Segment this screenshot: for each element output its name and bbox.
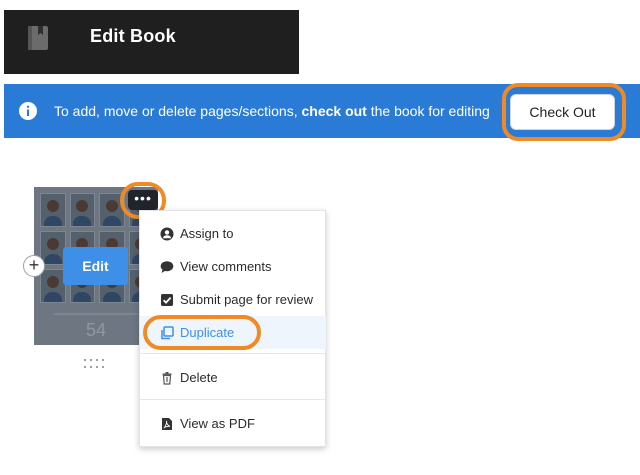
pdf-icon xyxy=(162,417,172,430)
menu-divider xyxy=(140,353,326,354)
menu-item-assign-to[interactable]: Assign to xyxy=(140,217,326,250)
check-out-button[interactable]: Check Out xyxy=(510,94,615,130)
banner-message: To add, move or delete pages/sections, c… xyxy=(54,103,490,119)
menu-item-label: View as PDF xyxy=(180,416,255,431)
menu-item-view-comments[interactable]: View comments xyxy=(140,250,326,283)
menu-item-view-as-pdf[interactable]: View as PDF xyxy=(140,407,326,440)
app-header: Edit Book xyxy=(4,10,299,74)
edit-book-page: Edit Book To add, move or delete pages/s… xyxy=(0,0,640,475)
info-icon xyxy=(19,102,37,120)
add-page-button[interactable]: + xyxy=(23,255,45,277)
menu-item-label: Duplicate xyxy=(180,325,235,340)
menu-item-label: Assign to xyxy=(180,226,234,241)
comment-icon xyxy=(160,260,174,273)
book-icon xyxy=(28,26,48,50)
banner-text-after: the book for editing xyxy=(366,103,490,119)
page-options-menu: Assign to View comments Submit page for … xyxy=(139,210,326,447)
page-title: Edit Book xyxy=(90,26,176,46)
menu-item-label: Submit page for review xyxy=(180,292,313,307)
banner-text-bold: check out xyxy=(301,103,367,119)
duplicate-icon xyxy=(161,325,174,339)
photo-cell xyxy=(40,269,66,303)
drag-handle-icon[interactable] xyxy=(84,359,108,369)
photo-cell xyxy=(69,193,95,227)
photo-cell xyxy=(40,193,66,227)
menu-item-submit-for-review[interactable]: Submit page for review xyxy=(140,283,326,316)
edit-page-button[interactable]: Edit xyxy=(63,247,128,285)
checkbox-icon xyxy=(161,293,173,306)
menu-divider xyxy=(140,399,326,400)
thumbnail-caption-line xyxy=(54,313,138,315)
more-options-button[interactable]: ••• xyxy=(128,190,158,210)
photo-cell xyxy=(40,231,66,265)
trash-icon xyxy=(162,371,172,385)
menu-item-label: View comments xyxy=(180,259,272,274)
menu-item-label: Delete xyxy=(180,370,218,385)
photo-cell xyxy=(99,193,125,227)
menu-item-delete[interactable]: Delete xyxy=(140,361,326,394)
menu-item-duplicate[interactable]: Duplicate xyxy=(140,316,326,349)
user-icon xyxy=(160,227,174,240)
banner-text-before: To add, move or delete pages/sections, xyxy=(54,103,302,119)
